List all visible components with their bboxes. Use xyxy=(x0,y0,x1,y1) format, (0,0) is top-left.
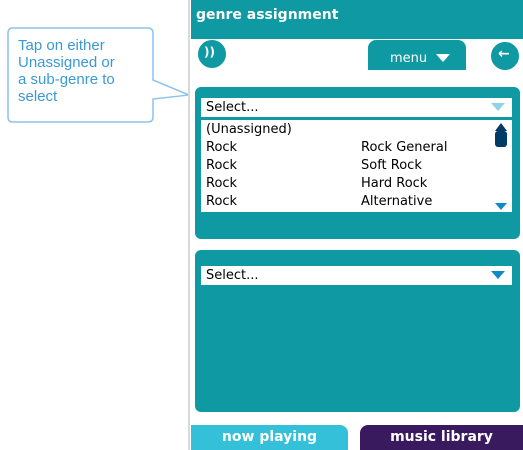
speaker-button[interactable]: )) xyxy=(198,40,226,68)
callout-text: Tap on either Unassigned or a sub-genre … xyxy=(18,37,148,105)
second-select-value: Select... xyxy=(206,268,259,283)
chevron-down-icon xyxy=(436,54,450,62)
chevron-down-icon[interactable] xyxy=(491,271,505,279)
genre-select[interactable]: Select... xyxy=(201,98,512,118)
scroll-up-icon[interactable] xyxy=(495,123,507,131)
toolbar-background xyxy=(191,39,523,79)
menu-label: menu xyxy=(390,51,428,66)
subgenre-name: Rock General xyxy=(361,140,448,155)
list-item[interactable]: (Unassigned) xyxy=(201,122,491,138)
subgenre-name: Alternative xyxy=(361,194,433,209)
subgenre-panel: Select... xyxy=(195,250,520,412)
chevron-down-icon[interactable] xyxy=(491,103,505,111)
tab-music-library[interactable]: music library xyxy=(360,425,523,450)
list-scrollbar[interactable] xyxy=(494,123,508,211)
arrow-left-icon: ← xyxy=(498,46,510,62)
genre-name: Rock xyxy=(206,176,238,191)
genre-name: Rock xyxy=(206,158,238,173)
callout-line: Unassigned or xyxy=(18,54,115,71)
scroll-thumb[interactable] xyxy=(495,131,507,147)
second-select[interactable]: Select... xyxy=(201,266,512,286)
callout-line: select xyxy=(18,88,58,105)
page-title: genre assignment xyxy=(196,7,339,23)
subgenre-name: Soft Rock xyxy=(361,158,422,173)
speaker-icon: )) xyxy=(204,45,215,59)
menu-button[interactable]: menu xyxy=(368,40,466,70)
genre-name: Rock xyxy=(206,194,238,209)
genre-select-value: Select... xyxy=(206,100,259,115)
genre-name: Rock xyxy=(206,140,238,155)
list-item[interactable]: Rock Hard Rock xyxy=(201,176,491,192)
title-bar: genre assignment xyxy=(191,0,523,31)
screen-edge xyxy=(188,0,190,450)
back-button[interactable]: ← xyxy=(491,42,519,70)
list-item[interactable]: Rock Rock General xyxy=(201,140,491,156)
toolbar: )) menu ← xyxy=(191,31,523,79)
genre-name: (Unassigned) xyxy=(206,122,292,137)
instruction-callout: Tap on either Unassigned or a sub-genre … xyxy=(7,27,192,124)
list-item[interactable]: Rock Alternative xyxy=(201,194,491,210)
callout-line: a sub-genre to xyxy=(18,71,115,88)
list-item[interactable]: Rock Soft Rock xyxy=(201,158,491,174)
tab-now-playing[interactable]: now playing xyxy=(191,425,348,450)
genre-list: (Unassigned) Rock Rock General Rock Soft… xyxy=(201,120,512,212)
genre-panel: Select... (Unassigned) Rock Rock General… xyxy=(195,87,520,239)
subgenre-name: Hard Rock xyxy=(361,176,428,191)
callout-line: Tap on either xyxy=(18,37,105,54)
scroll-down-icon[interactable] xyxy=(495,203,507,210)
